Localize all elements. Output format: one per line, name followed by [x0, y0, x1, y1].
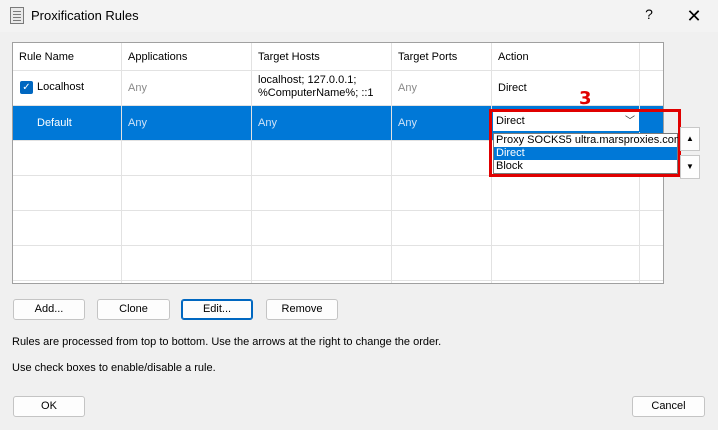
divider — [13, 245, 663, 246]
rule-applications: Any — [128, 82, 147, 94]
rule-target-hosts: Any — [258, 117, 277, 129]
column-header-target-hosts[interactable]: Target Hosts — [252, 43, 320, 71]
rule-target-ports: Any — [398, 82, 417, 94]
rule-target-hosts-line1: localhost; 127.0.0.1; — [258, 74, 357, 86]
column-header-target-ports[interactable]: Target Ports — [392, 43, 457, 71]
rule-target-hosts-line2: %ComputerName%; ::1 — [258, 87, 374, 99]
clone-button[interactable]: Clone — [97, 299, 170, 320]
ok-button[interactable]: OK — [13, 396, 85, 417]
column-divider — [121, 43, 122, 283]
column-divider — [251, 43, 252, 283]
divider — [13, 70, 663, 71]
annotation-highlight-box — [489, 109, 681, 177]
window-title: Proxification Rules — [31, 8, 139, 23]
remove-button[interactable]: Remove — [266, 299, 338, 320]
move-up-button[interactable]: ▲ — [680, 127, 700, 151]
rules-list-icon — [10, 7, 24, 24]
checkmark-icon: ✓ — [22, 82, 31, 93]
close-button[interactable]: ✕ — [680, 4, 708, 28]
divider — [13, 210, 663, 211]
help-button[interactable]: ? — [636, 6, 662, 26]
column-header-applications[interactable]: Applications — [122, 43, 187, 71]
column-header-action[interactable]: Action — [492, 43, 529, 71]
add-button[interactable]: Add... — [13, 299, 85, 320]
rule-target-ports: Any — [398, 117, 417, 129]
title-bar: Proxification Rules ? ✕ — [0, 0, 718, 32]
arrow-up-icon: ▲ — [686, 134, 694, 143]
rule-name: Default — [37, 117, 72, 129]
info-text-checkboxes: Use check boxes to enable/disable a rule… — [12, 362, 216, 374]
arrow-down-icon: ▼ — [686, 162, 694, 171]
rule-applications: Any — [128, 117, 147, 129]
info-text-order: Rules are processed from top to bottom. … — [12, 336, 442, 348]
move-down-button[interactable]: ▼ — [680, 155, 700, 179]
column-header-rule-name[interactable]: Rule Name — [13, 43, 74, 71]
cancel-button[interactable]: Cancel — [632, 396, 705, 417]
rule-name: Localhost — [37, 81, 85, 93]
rule-action: Direct — [498, 82, 527, 94]
annotation-step-number: 3 — [579, 88, 592, 109]
column-divider — [391, 43, 392, 283]
divider — [13, 280, 663, 281]
edit-button[interactable]: Edit... — [181, 299, 253, 320]
